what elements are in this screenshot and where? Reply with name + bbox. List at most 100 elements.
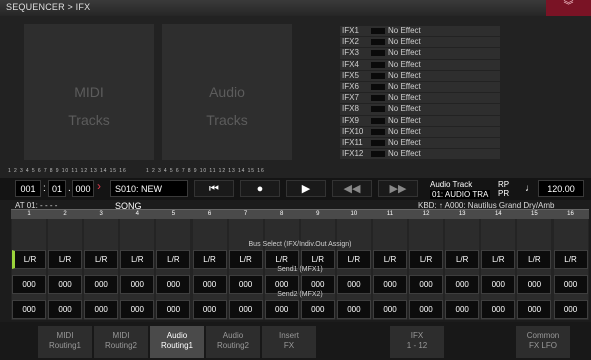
ifx-effect-name: No Effect: [388, 104, 421, 114]
rewind-button[interactable]: ◀◀: [332, 180, 372, 197]
tab-insert-fx[interactable]: Insert FX: [262, 326, 316, 358]
tab-label-line1: MIDI: [56, 331, 74, 340]
audio-tracks-label-line2: Tracks: [206, 112, 248, 128]
audio-track-select[interactable]: Audio Track 01: AUDIO TRA: [430, 180, 491, 199]
send2-field[interactable]: 000: [336, 300, 371, 319]
tab-label-line2: Routing2: [104, 341, 138, 350]
tab-label-line1: Insert: [278, 331, 299, 340]
channel-number: 16: [567, 211, 574, 217]
ifx-slot-name: IFX11: [342, 137, 363, 147]
measure-field[interactable]: 001: [15, 180, 41, 197]
send2-field[interactable]: 000: [481, 300, 516, 319]
tab-ifx-112[interactable]: IFX 1 - 12: [390, 326, 444, 358]
channel-number: 8: [280, 211, 284, 217]
tab-common-fxlfo[interactable]: Common FX LFO: [516, 326, 570, 358]
page-menu-button[interactable]: ︾: [546, 0, 591, 16]
ifx-row[interactable]: IFX7 No Effect: [340, 93, 500, 104]
ifx-switch[interactable]: [371, 106, 385, 113]
ifx-row[interactable]: IFX10 No Effect: [340, 126, 500, 137]
ifx-switch[interactable]: [371, 117, 385, 124]
ifx-switch[interactable]: [371, 72, 385, 79]
send2-field[interactable]: 000: [409, 300, 444, 319]
ifx-row[interactable]: IFX11 No Effect: [340, 137, 500, 149]
tick-field[interactable]: 000: [72, 180, 94, 197]
tab-midi-routing2[interactable]: MIDI Routing2: [94, 326, 148, 358]
channel-number: 7: [243, 211, 248, 217]
ifx-row[interactable]: IFX12 No Effect: [340, 149, 500, 160]
tab-audio-routing1[interactable]: Audio Routing1: [150, 326, 204, 358]
ifx-switch[interactable]: [371, 95, 385, 102]
audio-tracks-panel[interactable]: Audio Tracks: [162, 24, 292, 160]
ifx-switch[interactable]: [371, 139, 385, 146]
locate-home-button[interactable]: ⏮: [194, 180, 234, 197]
ifx-effect-name: No Effect: [388, 26, 421, 35]
fast-forward-button[interactable]: ▶▶: [378, 180, 418, 197]
ifx-row[interactable]: IFX5 No Effect: [340, 70, 500, 81]
ifx-switch[interactable]: [371, 50, 385, 57]
channel-number: 12: [422, 211, 430, 217]
song-select-field[interactable]: S010: NEW SONG: [110, 180, 188, 211]
ifx-effect-name: No Effect: [388, 126, 421, 136]
ifx-row[interactable]: IFX3 No Effect: [340, 48, 500, 59]
send2-field[interactable]: 000: [84, 300, 119, 319]
send2-field[interactable]: 000: [373, 300, 407, 319]
midi-tracks-panel[interactable]: MIDI Tracks: [24, 24, 154, 160]
ifx-effect-name: No Effect: [388, 149, 421, 159]
bus-select-label: Bus Select (IFX/Indiv.Out Assign): [248, 241, 352, 248]
ifx-switch[interactable]: [371, 61, 385, 68]
send2-field[interactable]: 000: [445, 300, 480, 319]
channel-number: 3: [99, 211, 103, 217]
ifx-effect-name: No Effect: [388, 59, 421, 69]
send2-field[interactable]: 000: [192, 300, 227, 319]
song-select-arrow-icon[interactable]: ›: [97, 179, 101, 193]
tab-audio-routing2[interactable]: Audio Routing2: [206, 326, 260, 358]
ifx-list: IFX1 No Effect IFX2 No Effect IFX3 No Effect I…: [340, 26, 500, 160]
tab-label-line1: Common: [526, 331, 560, 340]
ifx-switch[interactable]: [371, 83, 385, 90]
tab-label-line2: Routing1: [160, 341, 194, 350]
audio-track-numbers: 1 2 3 4 5 6 7 8 9 10 11 12 13 14 15 16: [146, 168, 265, 174]
send2-field[interactable]: 000: [120, 300, 155, 319]
ifx-effect-name: No Effect: [388, 115, 421, 125]
ifx-slot-name: IFX10: [342, 126, 364, 136]
send2-field[interactable]: 000: [156, 300, 191, 319]
audio-tracks-label-line1: Audio: [209, 84, 245, 100]
ifx-slot-name: IFX2: [342, 37, 359, 47]
ifx-row[interactable]: IFX9 No Effect: [340, 115, 500, 126]
tab-midi-routing1[interactable]: MIDI Routing1: [38, 326, 92, 358]
ifx-row[interactable]: IFX4 No Effect: [340, 59, 500, 70]
send2-field[interactable]: 000: [12, 300, 46, 319]
record-button[interactable]: ●: [240, 180, 280, 197]
pr-indicator: PR: [498, 189, 510, 198]
ifx-row[interactable]: IFX8 No Effect: [340, 104, 500, 115]
ifx-row[interactable]: IFX1 No Effect: [340, 26, 500, 37]
ifx-slot-name: IFX12: [342, 149, 364, 159]
ifx-switch[interactable]: [371, 39, 385, 46]
ifx-switch[interactable]: [371, 28, 385, 34]
send2-field[interactable]: 000: [264, 300, 299, 319]
ifx-row[interactable]: IFX2 No Effect: [340, 37, 500, 48]
tab-label-line2: FX: [283, 341, 295, 350]
tab-label-line1: IFX: [410, 331, 424, 340]
send2-field[interactable]: 000: [517, 300, 552, 319]
ifx-slot-name: IFX5: [342, 70, 359, 80]
play-button[interactable]: ▶: [286, 180, 326, 197]
rp-indicator: RP: [498, 180, 510, 189]
ifx-effect-name: No Effect: [388, 48, 421, 58]
ifx-effect-name: No Effect: [388, 37, 421, 47]
send2-field[interactable]: 000: [228, 300, 263, 319]
ifx-switch[interactable]: [371, 151, 385, 158]
beat-field[interactable]: 01: [48, 180, 66, 197]
send2-field[interactable]: 000: [48, 300, 83, 319]
tempo-field[interactable]: 120.00: [538, 180, 584, 197]
ifx-row[interactable]: IFX6 No Effect: [340, 81, 500, 93]
channel-number: 1: [27, 211, 31, 217]
send2-field[interactable]: 000: [553, 300, 588, 319]
ifx-effect-name: No Effect: [388, 70, 421, 80]
midi-tracks-label-line1: MIDI: [74, 84, 104, 100]
channel-number: 11: [386, 211, 394, 217]
ifx-switch[interactable]: [371, 128, 385, 135]
send2-field[interactable]: 000: [300, 300, 335, 319]
audio-track-label: Audio Track: [430, 180, 473, 189]
measure-beat-separator: :: [43, 183, 46, 194]
